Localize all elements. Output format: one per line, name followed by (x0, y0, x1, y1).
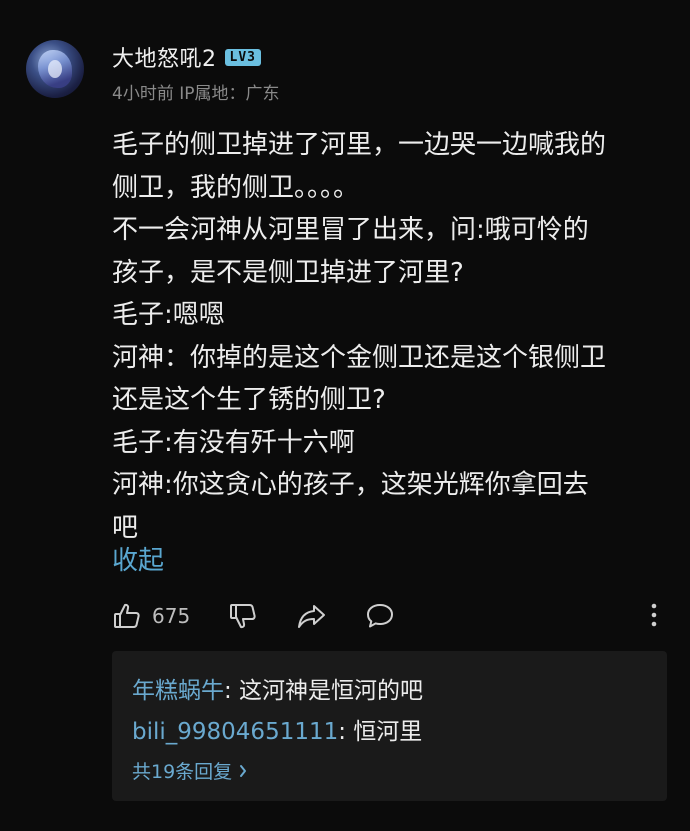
content-line: 河神:你这贪心的孩子，这架光辉你拿回去 (112, 470, 589, 500)
reply-count-label: 共19条回复 (132, 761, 233, 783)
comment-header: 大地怒吼2 LV3 4小时前 IP属地：广东 (26, 40, 280, 104)
username[interactable]: 大地怒吼2 (112, 41, 217, 73)
content-line: 河神：你掉的是这个金侧卫还是这个银侧卫 (112, 342, 607, 373)
comment-bubble-icon (364, 601, 396, 631)
comment-actions: 675 (112, 598, 660, 634)
dislike-button[interactable] (228, 601, 258, 631)
reply-button[interactable] (364, 601, 396, 631)
content-line: 孩子，是不是侧卫掉进了河里? (112, 257, 464, 288)
like-count: 675 (152, 604, 191, 628)
view-all-replies-link[interactable]: 共19条回复 (132, 757, 248, 784)
reply-username[interactable]: bili_99804651111 (132, 719, 338, 745)
thumbs-up-icon (112, 601, 142, 631)
share-button[interactable] (296, 601, 328, 631)
thumbs-down-icon (228, 601, 258, 631)
content-line: 毛子:有没有歼十六啊 (112, 427, 355, 458)
reply-text: : 恒河里 (338, 719, 423, 745)
reply-item[interactable]: bili_99804651111: 恒河里 (132, 712, 422, 746)
post-time-location: 4小时前 IP属地：广东 (112, 84, 280, 104)
content-line: 吧 (112, 512, 139, 543)
reply-item[interactable]: 年糕蜗牛: 这河神是恒河的吧 (132, 671, 423, 705)
user-meta: 大地怒吼2 LV3 4小时前 IP属地：广东 (112, 42, 280, 104)
reply-text: : 这河神是恒河的吧 (224, 678, 424, 704)
avatar[interactable] (26, 40, 84, 98)
content-line: 毛子的侧卫掉进了河里，一边哭一边喊我的 (112, 130, 607, 160)
share-icon (296, 601, 328, 631)
reply-username[interactable]: 年糕蜗牛 (132, 678, 224, 704)
chevron-right-icon (238, 763, 248, 779)
comment-content: 毛子的侧卫掉进了河里，一边哭一边喊我的 侧卫，我的侧卫。。。。 不一会河神从河里… (112, 124, 672, 549)
content-line: 毛子:嗯嗯 (112, 300, 225, 330)
name-row: 大地怒吼2 LV3 (112, 42, 280, 72)
content-line: 侧卫，我的侧卫。。。。 (112, 172, 360, 203)
level-badge: LV3 (224, 48, 261, 66)
content-line: 不一会河神从河里冒了出来，问:哦可怜的 (112, 215, 589, 245)
collapse-button[interactable]: 收起 (112, 540, 164, 577)
like-button[interactable]: 675 (112, 601, 190, 631)
more-vertical-icon (648, 600, 660, 630)
more-options-button[interactable] (648, 600, 660, 630)
content-line: 还是这个生了锈的侧卫? (112, 385, 386, 415)
reply-preview-panel[interactable]: 年糕蜗牛: 这河神是恒河的吧 bili_99804651111: 恒河里 共19… (112, 651, 667, 801)
